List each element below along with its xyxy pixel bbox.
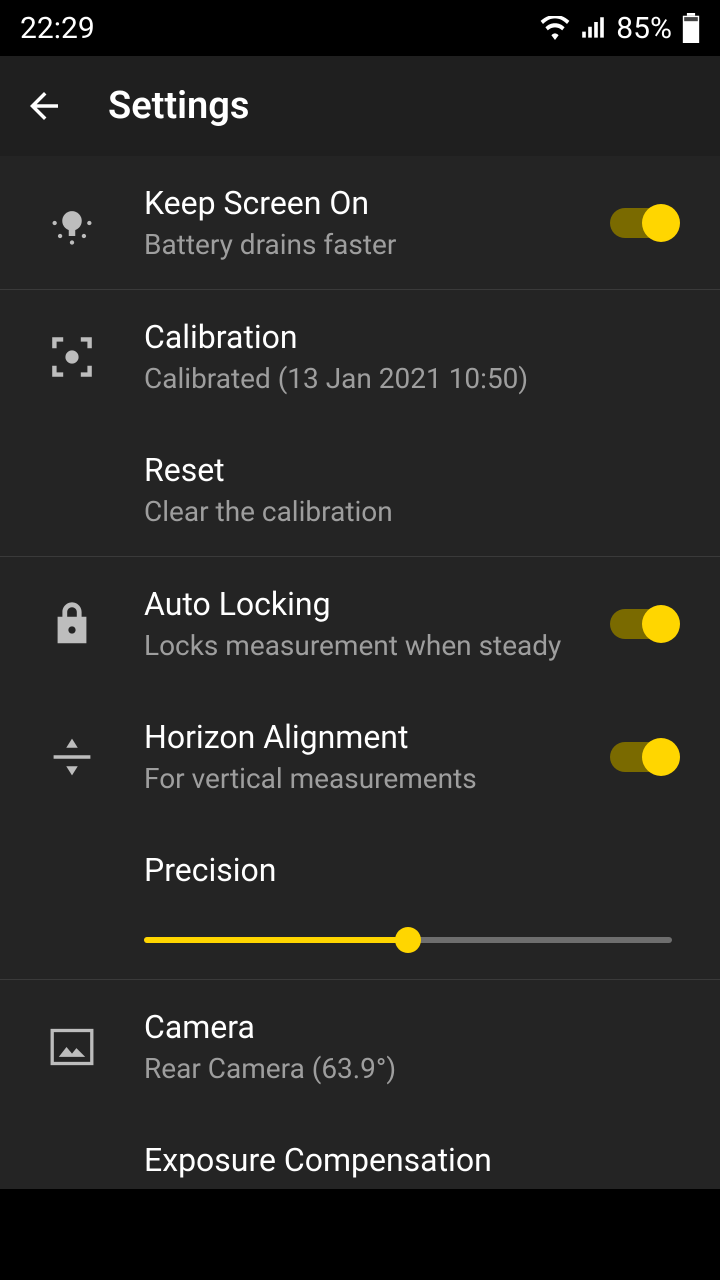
- row-camera[interactable]: Camera Rear Camera (63.9°): [0, 980, 720, 1113]
- row-subtitle: Rear Camera (63.9°): [144, 1052, 696, 1085]
- row-keep-screen-on[interactable]: Keep Screen On Battery drains faster: [0, 156, 720, 289]
- status-time: 22:29: [20, 11, 95, 46]
- bulb-icon: [46, 197, 98, 249]
- row-precision: Precision: [0, 823, 720, 979]
- keep-screen-toggle[interactable]: [610, 208, 676, 238]
- back-button[interactable]: [20, 82, 68, 130]
- auto-locking-toggle[interactable]: [610, 609, 676, 639]
- arrow-back-icon: [23, 85, 65, 127]
- status-bar: 22:29 85%: [0, 0, 720, 56]
- row-subtitle: Battery drains faster: [144, 228, 610, 261]
- align-icon: [49, 734, 95, 780]
- row-title: Camera: [144, 1008, 696, 1046]
- status-right: 85%: [540, 11, 700, 46]
- calibration-icon: [50, 335, 94, 379]
- battery-text: 85%: [616, 11, 672, 46]
- row-reset[interactable]: Reset Clear the calibration: [0, 423, 720, 556]
- row-exposure-compensation[interactable]: Exposure Compensation: [0, 1113, 720, 1189]
- signal-icon: [580, 16, 606, 40]
- horizon-toggle[interactable]: [610, 742, 676, 772]
- row-title: Exposure Compensation: [144, 1141, 696, 1179]
- battery-icon: [682, 13, 700, 43]
- row-title: Reset: [144, 451, 696, 489]
- row-auto-locking[interactable]: Auto Locking Locks measurement when stea…: [0, 557, 720, 690]
- row-title: Auto Locking: [144, 585, 610, 623]
- page-title: Settings: [108, 84, 249, 128]
- row-title: Keep Screen On: [144, 184, 610, 222]
- row-subtitle: Clear the calibration: [144, 495, 696, 528]
- lock-icon: [52, 600, 92, 648]
- row-subtitle: Locks measurement when steady: [144, 629, 610, 662]
- wifi-icon: [540, 16, 570, 40]
- row-subtitle: Calibrated (13 Jan 2021 10:50): [144, 362, 696, 395]
- row-subtitle: For vertical measurements: [144, 762, 610, 795]
- row-title: Horizon Alignment: [144, 718, 610, 756]
- row-calibration[interactable]: Calibration Calibrated (13 Jan 2021 10:5…: [0, 290, 720, 423]
- precision-slider[interactable]: [144, 937, 672, 943]
- image-icon: [50, 1027, 94, 1067]
- settings-list: Keep Screen On Battery drains faster Cal…: [0, 156, 720, 1189]
- row-title: Calibration: [144, 318, 696, 356]
- row-horizon-alignment[interactable]: Horizon Alignment For vertical measureme…: [0, 690, 720, 823]
- row-title: Precision: [144, 851, 672, 889]
- app-bar: Settings: [0, 56, 720, 156]
